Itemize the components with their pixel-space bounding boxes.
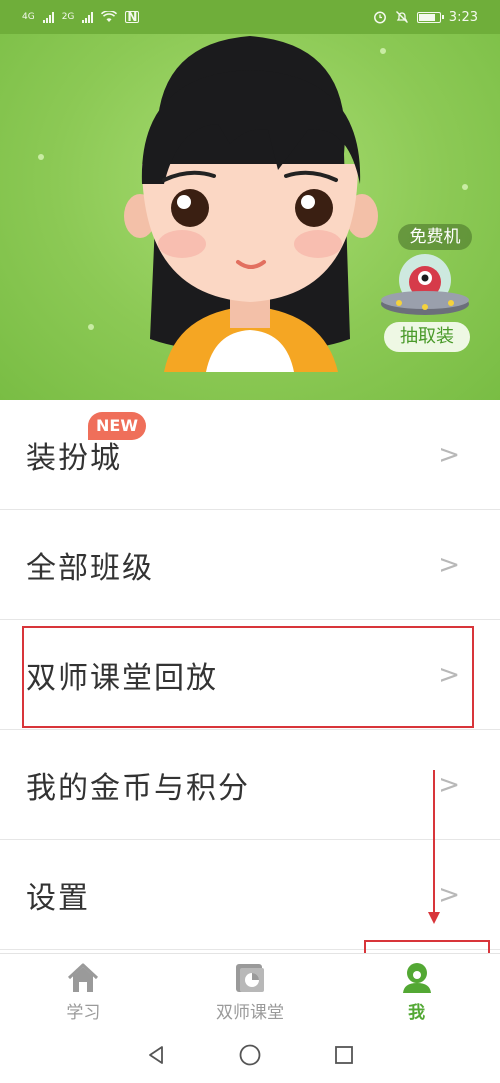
status-bar: 4G 2G N 3:23 [0,0,500,34]
annotation-arrow-head [428,912,440,924]
highlight-box-replay [22,626,474,728]
menu-item-label: 设置 [26,880,90,916]
avatar[interactable] [118,34,382,400]
nfc-icon: N [125,10,140,24]
signal-icon-2 [82,11,94,23]
tab-label: 双师课堂 [216,1003,284,1023]
home-icon [68,963,99,992]
alarm-icon [373,11,386,24]
home-circle-icon[interactable] [238,1043,262,1067]
promo-label-top[interactable]: 免费机 [398,224,472,250]
menu-item-settings[interactable]: 设置 > [0,840,500,950]
chevron-right-icon: > [438,439,460,470]
chevron-right-icon: > [438,879,460,910]
sim2-label: 2G [61,12,75,22]
status-time: 3:23 [448,9,478,25]
user-icon [402,963,431,993]
menu-item-label: 全部班级 [26,550,154,586]
annotation-arrow-line [433,770,435,915]
menu-item-dressup[interactable]: NEW 装扮城 > [0,400,500,510]
back-icon[interactable] [145,1044,167,1066]
profile-hero: 免费机 抽取装 [0,34,500,400]
menu-item-label: 我的金币与积分 [26,770,250,806]
tab-dual-teacher[interactable]: 双师课堂 [167,954,334,1027]
classroom-icon [236,964,264,992]
tab-label: 学习 [66,1003,101,1023]
battery-icon [416,11,444,23]
sparkle-decoration [38,154,44,160]
tab-study[interactable]: 学习 [0,954,167,1027]
recents-icon[interactable] [333,1044,355,1066]
menu-item-coins-points[interactable]: 我的金币与积分 > [0,730,500,840]
mute-icon [395,11,408,23]
promo-label-bottom[interactable]: 抽取装 [384,322,470,352]
sparkle-decoration [88,324,94,330]
chevron-right-icon: > [438,769,460,800]
tab-label: 我 [408,1003,426,1023]
bottom-tab-bar: 学习 双师课堂 我 [0,953,500,1027]
status-right: 3:23 [373,10,478,25]
ufo-icon[interactable] [377,250,473,330]
signal-icon [42,11,54,23]
status-left: 4G 2G N [22,10,140,24]
wifi-icon [101,11,118,22]
menu-item-all-classes[interactable]: 全部班级 > [0,510,500,620]
system-nav-bar [0,1027,500,1083]
sparkle-decoration [462,184,468,190]
new-badge: NEW [88,412,146,440]
tab-me[interactable]: 我 [333,954,500,1027]
sim1-label: 4G [22,12,35,22]
chevron-right-icon: > [438,549,460,580]
